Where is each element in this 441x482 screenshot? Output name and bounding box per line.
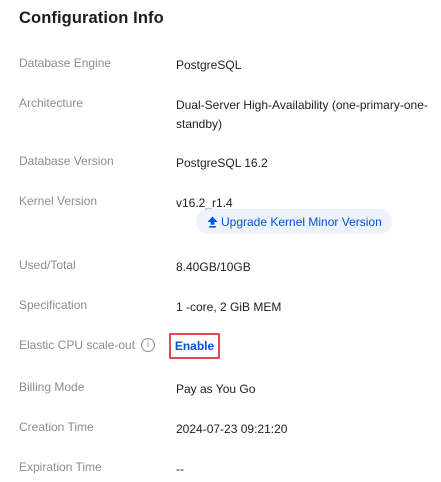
section-title: Configuration Info (19, 9, 164, 27)
expiration-time-value: -- (176, 462, 184, 476)
architecture-value: Dual-Server High-Availability (one-prima… (176, 96, 436, 134)
used-total-label: Used/Total (19, 258, 76, 272)
enable-elastic-cpu-link[interactable]: Enable (175, 339, 214, 353)
architecture-value-line2: standby) (176, 117, 223, 131)
info-circle-icon[interactable]: i (141, 338, 156, 352)
database-engine-value: PostgreSQL (176, 58, 242, 72)
elastic-cpu-label-group: Elastic CPU scale-out i (19, 338, 156, 352)
kernel-version-label: Kernel Version (19, 194, 98, 208)
creation-time-label: Creation Time (19, 420, 94, 434)
database-version-label: Database Version (19, 154, 114, 168)
billing-mode-value: Pay as You Go (176, 382, 256, 396)
specification-value: 1 -core, 2 GiB MEM (176, 300, 282, 314)
architecture-value-line1: Dual-Server High-Availability (one-prima… (176, 98, 428, 112)
enable-highlight-box: Enable (169, 333, 220, 359)
database-engine-label: Database Engine (19, 56, 112, 70)
configuration-info-panel: Configuration Info Database Engine Postg… (0, 0, 441, 482)
creation-time-value: 2024-07-23 09:21:20 (176, 422, 288, 436)
specification-label: Specification (19, 298, 88, 312)
upload-arrow-icon (207, 216, 218, 228)
expiration-time-label: Expiration Time (19, 460, 102, 474)
architecture-label: Architecture (19, 96, 84, 110)
database-version-value: PostgreSQL 16.2 (176, 156, 268, 170)
used-total-value: 8.40GB/10GB (176, 260, 251, 274)
upgrade-kernel-label: Upgrade Kernel Minor Version (221, 214, 382, 229)
elastic-cpu-label: Elastic CPU scale-out (19, 338, 136, 352)
billing-mode-label: Billing Mode (19, 380, 85, 394)
upgrade-kernel-minor-version-button[interactable]: Upgrade Kernel Minor Version (196, 209, 392, 234)
